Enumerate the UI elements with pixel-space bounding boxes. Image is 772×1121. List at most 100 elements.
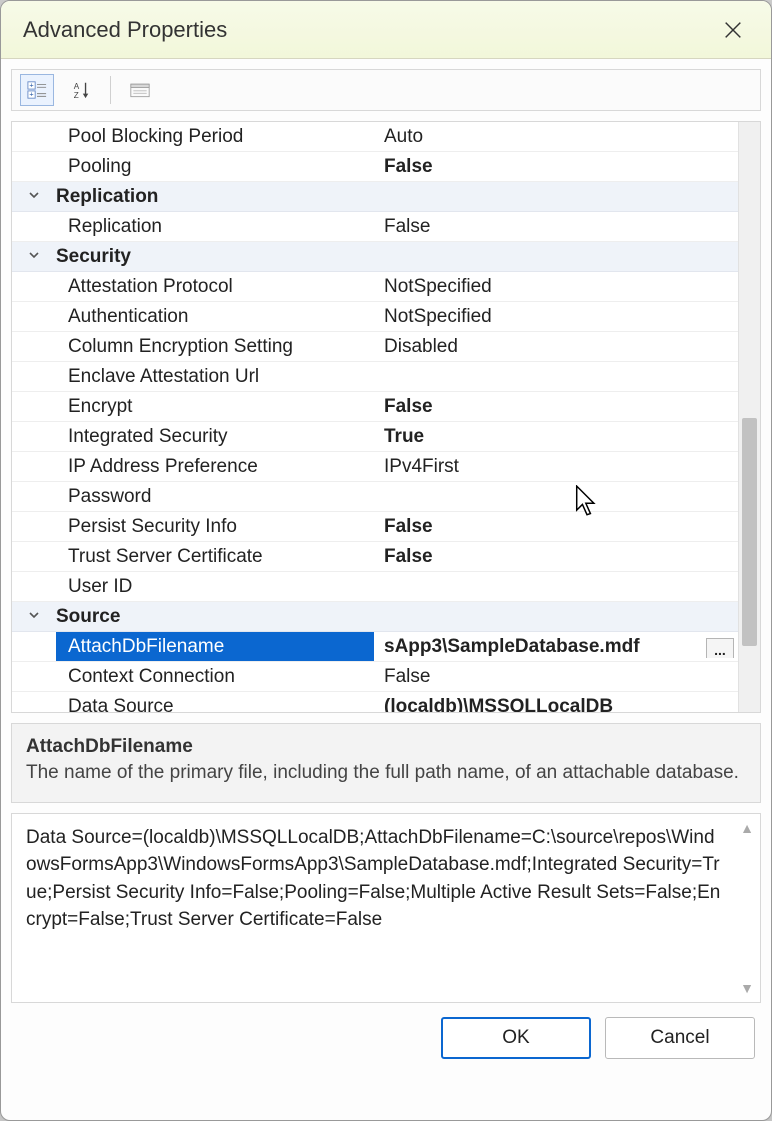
property-name[interactable]: Integrated Security: [56, 426, 374, 448]
property-value[interactable]: False: [374, 216, 738, 238]
property-row[interactable]: Column Encryption SettingDisabled: [12, 332, 738, 362]
toolbar-separator: [110, 76, 111, 104]
property-value[interactable]: Auto: [374, 126, 738, 148]
property-name[interactable]: Authentication: [56, 306, 374, 328]
property-value[interactable]: NotSpecified: [374, 306, 738, 328]
scroll-down-icon[interactable]: ▼: [737, 980, 757, 996]
property-category-row[interactable]: Security: [12, 242, 738, 272]
property-pages-button[interactable]: [123, 74, 157, 106]
svg-text:Z: Z: [74, 91, 79, 100]
property-name[interactable]: Pool Blocking Period: [56, 126, 374, 148]
property-value[interactable]: False: [374, 546, 738, 568]
property-row[interactable]: AttachDbFilenamesApp3\SampleDatabase.mdf…: [12, 632, 738, 662]
property-row[interactable]: Attestation Protocol NotSpecified: [12, 272, 738, 302]
property-category-row[interactable]: Source: [12, 602, 738, 632]
property-row[interactable]: Context Connection False: [12, 662, 738, 692]
property-name[interactable]: Context Connection: [56, 666, 374, 688]
cancel-button[interactable]: Cancel: [605, 1017, 755, 1059]
property-value-text: NotSpecified: [384, 276, 492, 297]
property-value[interactable]: False: [374, 666, 738, 688]
chevron-down-icon: [28, 189, 40, 201]
property-value-text: sApp3\SampleDatabase.mdf: [384, 636, 640, 657]
property-row[interactable]: Integrated Security True: [12, 422, 738, 452]
chevron-down-icon: [28, 249, 40, 261]
property-row[interactable]: Replication False: [12, 212, 738, 242]
scrollbar-thumb[interactable]: [742, 418, 757, 646]
property-row[interactable]: Data Source(localdb)\MSSQLLocalDB: [12, 692, 738, 712]
chevron-down-icon: [28, 609, 40, 621]
property-pages-icon: [130, 80, 150, 100]
property-value-text: False: [384, 396, 433, 417]
property-grid-scrollbar[interactable]: [738, 122, 760, 712]
expand-toggle-icon[interactable]: [12, 248, 56, 266]
property-grid: Pool Blocking PeriodAutoPoolingFalseRepl…: [11, 121, 761, 713]
property-value-text: False: [384, 156, 433, 177]
property-name[interactable]: IP Address Preference: [56, 456, 374, 478]
property-value[interactable]: Disabled: [374, 336, 738, 358]
property-value[interactable]: True: [374, 426, 738, 448]
property-name[interactable]: AttachDbFilename: [56, 632, 374, 661]
property-value-text: False: [384, 216, 430, 237]
property-row[interactable]: Enclave Attestation Url: [12, 362, 738, 392]
property-name[interactable]: Persist Security Info: [56, 516, 374, 538]
property-value[interactable]: False: [374, 396, 738, 418]
property-name[interactable]: Password: [56, 486, 374, 508]
property-name[interactable]: Data Source: [56, 696, 374, 713]
connection-string-text[interactable]: Data Source=(localdb)\MSSQLLocalDB;Attac…: [26, 824, 746, 934]
property-row[interactable]: Persist Security InfoFalse: [12, 512, 738, 542]
property-value[interactable]: False: [374, 156, 738, 178]
property-value-text: IPv4First: [384, 456, 459, 477]
property-name[interactable]: Column Encryption Setting: [56, 336, 374, 358]
sort-az-icon: A Z: [71, 79, 91, 101]
property-row[interactable]: IP Address Preference IPv4First: [12, 452, 738, 482]
property-value-text: NotSpecified: [384, 306, 492, 327]
property-value[interactable]: sApp3\SampleDatabase.mdf...: [374, 636, 738, 658]
property-value[interactable]: (localdb)\MSSQLLocalDB: [374, 696, 738, 713]
scroll-up-icon[interactable]: ▲: [737, 820, 757, 836]
category-name[interactable]: Security: [56, 246, 374, 268]
property-row[interactable]: Trust Server Certificate False: [12, 542, 738, 572]
property-name[interactable]: Trust Server Certificate: [56, 546, 374, 568]
property-value-text: False: [384, 666, 430, 687]
expand-toggle-icon[interactable]: [12, 188, 56, 206]
close-button[interactable]: [713, 10, 753, 50]
property-row[interactable]: Encrypt False: [12, 392, 738, 422]
property-value-text: True: [384, 426, 424, 447]
property-row[interactable]: Password: [12, 482, 738, 512]
alphabetical-button[interactable]: A Z: [64, 74, 98, 106]
property-category-row[interactable]: Replication: [12, 182, 738, 212]
description-pane: AttachDbFilename The name of the primary…: [11, 723, 761, 803]
property-value[interactable]: IPv4First: [374, 456, 738, 478]
connection-string-pane: Data Source=(localdb)\MSSQLLocalDB;Attac…: [11, 813, 761, 1003]
property-name[interactable]: Enclave Attestation Url: [56, 366, 374, 388]
property-row[interactable]: Pool Blocking PeriodAuto: [12, 122, 738, 152]
description-text: The name of the primary file, including …: [26, 760, 746, 786]
category-name[interactable]: Replication: [56, 186, 374, 208]
property-name[interactable]: Attestation Protocol: [56, 276, 374, 298]
svg-text:+: +: [29, 80, 33, 89]
property-row[interactable]: User ID: [12, 572, 738, 602]
expand-toggle-icon[interactable]: [12, 608, 56, 626]
property-value-text: False: [384, 546, 433, 567]
svg-text:A: A: [74, 82, 80, 91]
property-name[interactable]: Replication: [56, 216, 374, 238]
dialog-button-row: OK Cancel: [11, 1013, 761, 1059]
titlebar: Advanced Properties: [1, 1, 771, 59]
connection-string-scrollbar[interactable]: ▲ ▼: [737, 820, 757, 996]
property-name[interactable]: Encrypt: [56, 396, 374, 418]
ok-button[interactable]: OK: [441, 1017, 591, 1059]
svg-text:+: +: [29, 89, 33, 98]
property-grid-toolbar: + + A Z: [11, 69, 761, 111]
close-icon: [722, 19, 744, 41]
categorized-button[interactable]: + +: [20, 74, 54, 106]
open-editor-button[interactable]: ...: [706, 638, 734, 658]
property-row[interactable]: Authentication NotSpecified: [12, 302, 738, 332]
description-title: AttachDbFilename: [26, 736, 746, 758]
property-name[interactable]: Pooling: [56, 156, 374, 178]
window-title: Advanced Properties: [23, 17, 227, 43]
property-value[interactable]: False: [374, 516, 738, 538]
category-name[interactable]: Source: [56, 606, 374, 628]
property-value[interactable]: NotSpecified: [374, 276, 738, 298]
property-row[interactable]: Pooling False: [12, 152, 738, 182]
property-name[interactable]: User ID: [56, 576, 374, 598]
